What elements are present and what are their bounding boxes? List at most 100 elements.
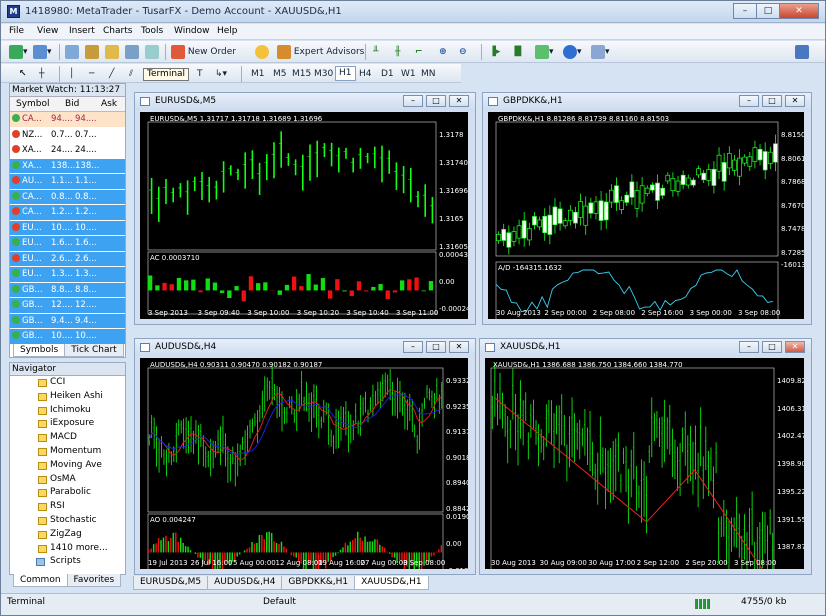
timeframe-m15[interactable]: M15 xyxy=(292,66,311,82)
trendline-icon[interactable]: ╱ xyxy=(109,66,114,82)
chart-minimize-button[interactable]: – xyxy=(403,341,423,353)
chart-tab-audusd[interactable]: AUDUSD&,H4 xyxy=(207,576,283,590)
channel-icon[interactable]: ⫽ xyxy=(129,66,133,82)
navigator-item[interactable]: Parabolic xyxy=(10,486,125,500)
market-watch-row[interactable]: EU... 2.6... 2.6... xyxy=(10,251,125,267)
navigator-item[interactable]: iExposure xyxy=(10,417,125,431)
minimize-button[interactable]: – xyxy=(733,3,757,19)
timeframe-d1[interactable]: D1 xyxy=(381,66,394,82)
bar-chart-icon[interactable]: ╨ xyxy=(373,44,378,60)
navigator-item[interactable]: MACD xyxy=(10,431,125,445)
navigator-item[interactable]: CCI xyxy=(10,376,125,390)
market-watch-row[interactable]: CA... 94.... 94.... xyxy=(10,112,125,128)
chart-minimize-button[interactable]: – xyxy=(739,341,759,353)
menu-help[interactable]: Help xyxy=(217,26,238,36)
menu-charts[interactable]: Charts xyxy=(103,26,132,36)
zoom-in-icon[interactable]: ⊕ xyxy=(439,44,447,60)
templates-icon[interactable]: ▾ xyxy=(591,44,610,60)
chart-window-gbpdkk[interactable]: GBPDKK&,H1 –□✕ 8.81503 8.80610 8.78685 8.7670… xyxy=(482,92,812,325)
navigator-item[interactable]: Momentum xyxy=(10,445,125,459)
market-watch-row[interactable]: GB... 8.8... 8.8... xyxy=(10,282,125,298)
zoom-out-icon[interactable]: ⊖ xyxy=(459,44,467,60)
chart-close-button[interactable]: ✕ xyxy=(449,341,469,353)
market-watch-row[interactable]: GB... 10.... 10.... xyxy=(10,329,125,345)
timeframe-h4[interactable]: H4 xyxy=(359,66,372,82)
chart-titlebar[interactable]: EURUSD&,M5 – □ ✕ xyxy=(135,93,475,110)
market-watch-row[interactable]: EU... 1.3... 1.3... xyxy=(10,267,125,283)
tab-symbols[interactable]: Symbols xyxy=(13,344,66,357)
navigator-item[interactable]: OsMA xyxy=(10,473,125,487)
navigator-icon[interactable] xyxy=(105,44,119,60)
navigator-item[interactable]: ZigZag xyxy=(10,528,125,542)
chart-titlebar[interactable]: AUDUSD&,H4 – □ ✕ xyxy=(135,339,475,356)
vertical-line-icon[interactable]: │ xyxy=(69,66,74,82)
chart-maximize-button[interactable]: □ xyxy=(762,95,782,107)
tab-tick-chart[interactable]: Tick Chart xyxy=(64,344,124,357)
horizontal-line-icon[interactable]: ─ xyxy=(89,66,94,82)
market-watch-row[interactable]: CA... 0.8... 0.8... xyxy=(10,189,125,205)
status-terminal[interactable]: Terminal xyxy=(7,597,45,607)
navigator-item[interactable]: RSI xyxy=(10,500,125,514)
chart-maximize-button[interactable]: □ xyxy=(426,341,446,353)
chart-maximize-button[interactable]: □ xyxy=(426,95,446,107)
crosshair-icon[interactable]: ┼ xyxy=(39,66,44,82)
market-watch-row[interactable]: CA... 1.2... 1.2... xyxy=(10,205,125,221)
market-watch-row[interactable]: GB... 9.4... 9.4... xyxy=(10,313,125,329)
navigator-item[interactable]: Ichimoku xyxy=(10,404,125,418)
line-chart-icon[interactable]: ⌐ xyxy=(415,44,423,60)
new-chart-icon[interactable]: ▾ xyxy=(9,44,28,60)
expert-advisors-button[interactable]: Expert Advisors xyxy=(277,44,364,60)
indicators-icon[interactable]: ▾ xyxy=(535,44,554,60)
market-watch-row[interactable]: NZ... 0.7... 0.7... xyxy=(10,128,125,143)
candlestick-icon[interactable]: ╫ xyxy=(395,44,400,60)
menu-window[interactable]: Window xyxy=(174,26,210,36)
community-icon[interactable] xyxy=(795,44,809,60)
market-watch-row[interactable]: XA... 138....138.... xyxy=(10,158,125,174)
metaeditor-icon[interactable] xyxy=(255,44,269,60)
timeframe-w1[interactable]: W1 xyxy=(401,66,416,82)
close-button[interactable]: ✕ xyxy=(779,3,819,19)
tab-favorites[interactable]: Favorites xyxy=(66,574,122,587)
chart-close-button[interactable]: ✕ xyxy=(449,95,469,107)
chart-tab-gbpdkk[interactable]: GBPDKK&,H1 xyxy=(281,576,356,590)
column-bid[interactable]: Bid xyxy=(51,97,85,111)
timeframe-m5[interactable]: M5 xyxy=(273,66,287,82)
timeframe-mn[interactable]: MN xyxy=(421,66,436,82)
chart-titlebar[interactable]: XAUUSD&,H1 – □ ✕ xyxy=(480,339,811,356)
chart-minimize-button[interactable]: – xyxy=(403,95,423,107)
chart-window-eurusd[interactable]: EURUSD&,M5– □ ✕ 1.3178 1.31740 1.31696 1.3165 1… xyxy=(134,92,476,325)
navigator-item[interactable]: Moving Ave xyxy=(10,459,125,473)
chart-plot-area[interactable]: 1409.820 1406.315 1402.470 1398.900 1395.225… xyxy=(485,358,804,569)
chart-close-button[interactable]: ✕ xyxy=(785,341,805,353)
profiles-icon[interactable]: ▾ xyxy=(33,44,52,60)
chart-plot-area[interactable]: 0.93325 0.92350 0.91375 0.90187 0.89400 0.884… xyxy=(140,358,468,569)
market-watch-icon[interactable] xyxy=(65,44,79,60)
market-watch-row[interactable]: EU... 1.6... 1.6... xyxy=(10,236,125,252)
navigator-item[interactable]: 1410 more... xyxy=(10,542,125,556)
chart-tab-xauusd[interactable]: XAUUSD&,H1 xyxy=(354,576,429,590)
menu-view[interactable]: View xyxy=(37,26,58,36)
scripts-folder[interactable]: Scripts xyxy=(10,555,125,569)
chart-shift-icon[interactable]: ▐▌ xyxy=(511,44,525,60)
column-ask[interactable]: Ask xyxy=(85,97,119,111)
text-tool-icon[interactable]: T xyxy=(197,66,203,82)
market-watch-row[interactable]: AU... 1.1... 1.1... xyxy=(10,174,125,190)
navigator-item[interactable]: Stochastic xyxy=(10,514,125,528)
strategy-tester-icon[interactable] xyxy=(145,44,159,60)
chart-tab-eurusd[interactable]: EURUSD&,M5 xyxy=(133,576,209,590)
terminal-icon[interactable] xyxy=(125,44,139,60)
market-watch-row[interactable]: XA... 24.... 24.... xyxy=(10,143,125,159)
chart-titlebar[interactable]: GBPDKK&,H1 – □ ✕ xyxy=(483,93,811,110)
chart-window-audusd[interactable]: AUDUSD&,H4 –□✕ 0.93325 0.92350 0.91375 0.9018… xyxy=(134,338,476,575)
market-watch-row[interactable]: EU... 10.... 10.... xyxy=(10,220,125,236)
cursor-icon[interactable]: ↖ xyxy=(19,66,27,82)
tab-common[interactable]: Common xyxy=(13,574,68,587)
menu-insert[interactable]: Insert xyxy=(69,26,95,36)
chart-minimize-button[interactable]: – xyxy=(739,95,759,107)
arrows-icon[interactable]: ↳▾ xyxy=(215,66,227,82)
timeframe-m1[interactable]: M1 xyxy=(251,66,265,82)
menu-tools[interactable]: Tools xyxy=(141,26,163,36)
market-watch-row[interactable]: GB... 12.... 12.... xyxy=(10,298,125,314)
chart-close-button[interactable]: ✕ xyxy=(785,95,805,107)
column-symbol[interactable]: Symbol xyxy=(10,97,51,111)
